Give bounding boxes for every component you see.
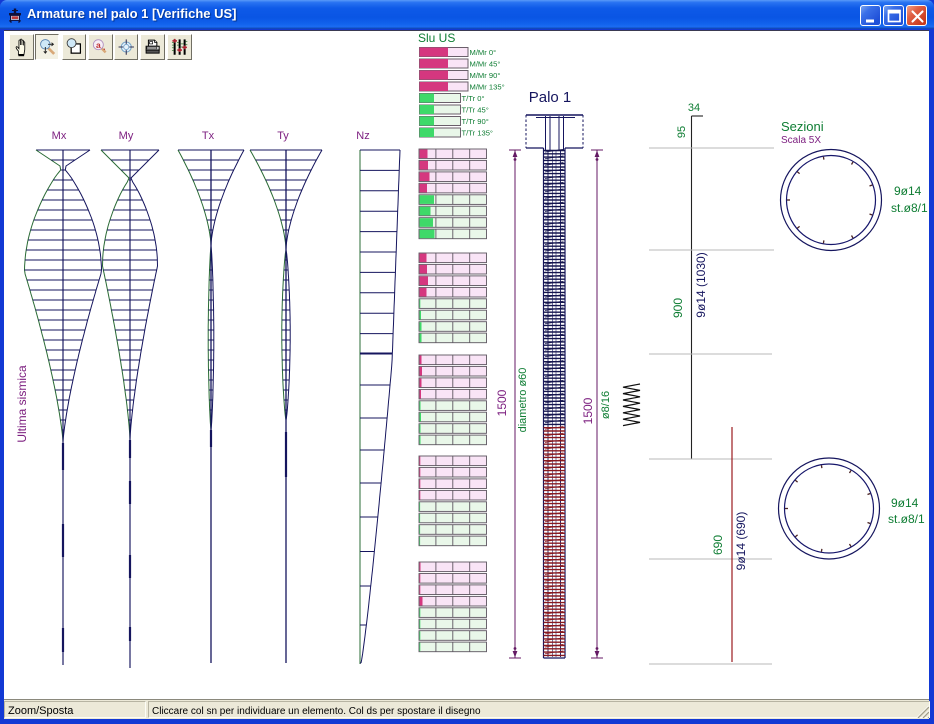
svg-text:•: • xyxy=(103,46,105,52)
svg-text:ø8/16: ø8/16 xyxy=(600,391,612,419)
svg-text:M/Mr 135°: M/Mr 135° xyxy=(470,83,505,92)
svg-text:M/Mr 0°: M/Mr 0° xyxy=(470,48,497,57)
svg-text:Ty: Ty xyxy=(277,130,289,142)
svg-text:1500: 1500 xyxy=(581,397,595,424)
svg-text:T/Tr 135°: T/Tr 135° xyxy=(462,129,493,138)
svg-text:Ultima sismica: Ultima sismica xyxy=(15,365,29,443)
svg-text:Tx: Tx xyxy=(202,130,215,142)
svg-text:Mx: Mx xyxy=(52,130,67,142)
svg-text:My: My xyxy=(119,130,134,142)
svg-text:Palo 1: Palo 1 xyxy=(529,89,572,106)
svg-text:Nz: Nz xyxy=(356,130,369,142)
svg-text:T/Tr 45°: T/Tr 45° xyxy=(462,106,489,115)
svg-text:9ø14 (690): 9ø14 (690) xyxy=(734,512,748,571)
svg-text:a: a xyxy=(96,39,101,49)
svg-text:34: 34 xyxy=(688,102,700,114)
svg-text:1500: 1500 xyxy=(495,389,509,416)
svg-text:T/Tr 90°: T/Tr 90° xyxy=(462,117,489,126)
svg-text:900: 900 xyxy=(671,298,685,318)
svg-text:Sezioni: Sezioni xyxy=(781,119,824,134)
svg-text:M/Mr 90°: M/Mr 90° xyxy=(470,71,501,80)
svg-text:st.ø8/1: st.ø8/1 xyxy=(888,512,925,526)
svg-text:Slu US: Slu US xyxy=(418,31,455,45)
svg-text:9ø14 (1030): 9ø14 (1030) xyxy=(694,252,708,317)
svg-text:95: 95 xyxy=(676,126,688,138)
svg-text:st.ø8/1: st.ø8/1 xyxy=(891,201,928,215)
svg-text:T/Tr 0°: T/Tr 0° xyxy=(462,94,485,103)
svg-text:690: 690 xyxy=(711,535,725,555)
svg-text:9ø14: 9ø14 xyxy=(891,496,919,510)
svg-text:M/Mr 45°: M/Mr 45° xyxy=(470,60,501,69)
svg-text:Scala 5X: Scala 5X xyxy=(781,135,821,146)
svg-text:diametro ø60: diametro ø60 xyxy=(517,368,529,433)
svg-text:9ø14: 9ø14 xyxy=(894,184,922,198)
